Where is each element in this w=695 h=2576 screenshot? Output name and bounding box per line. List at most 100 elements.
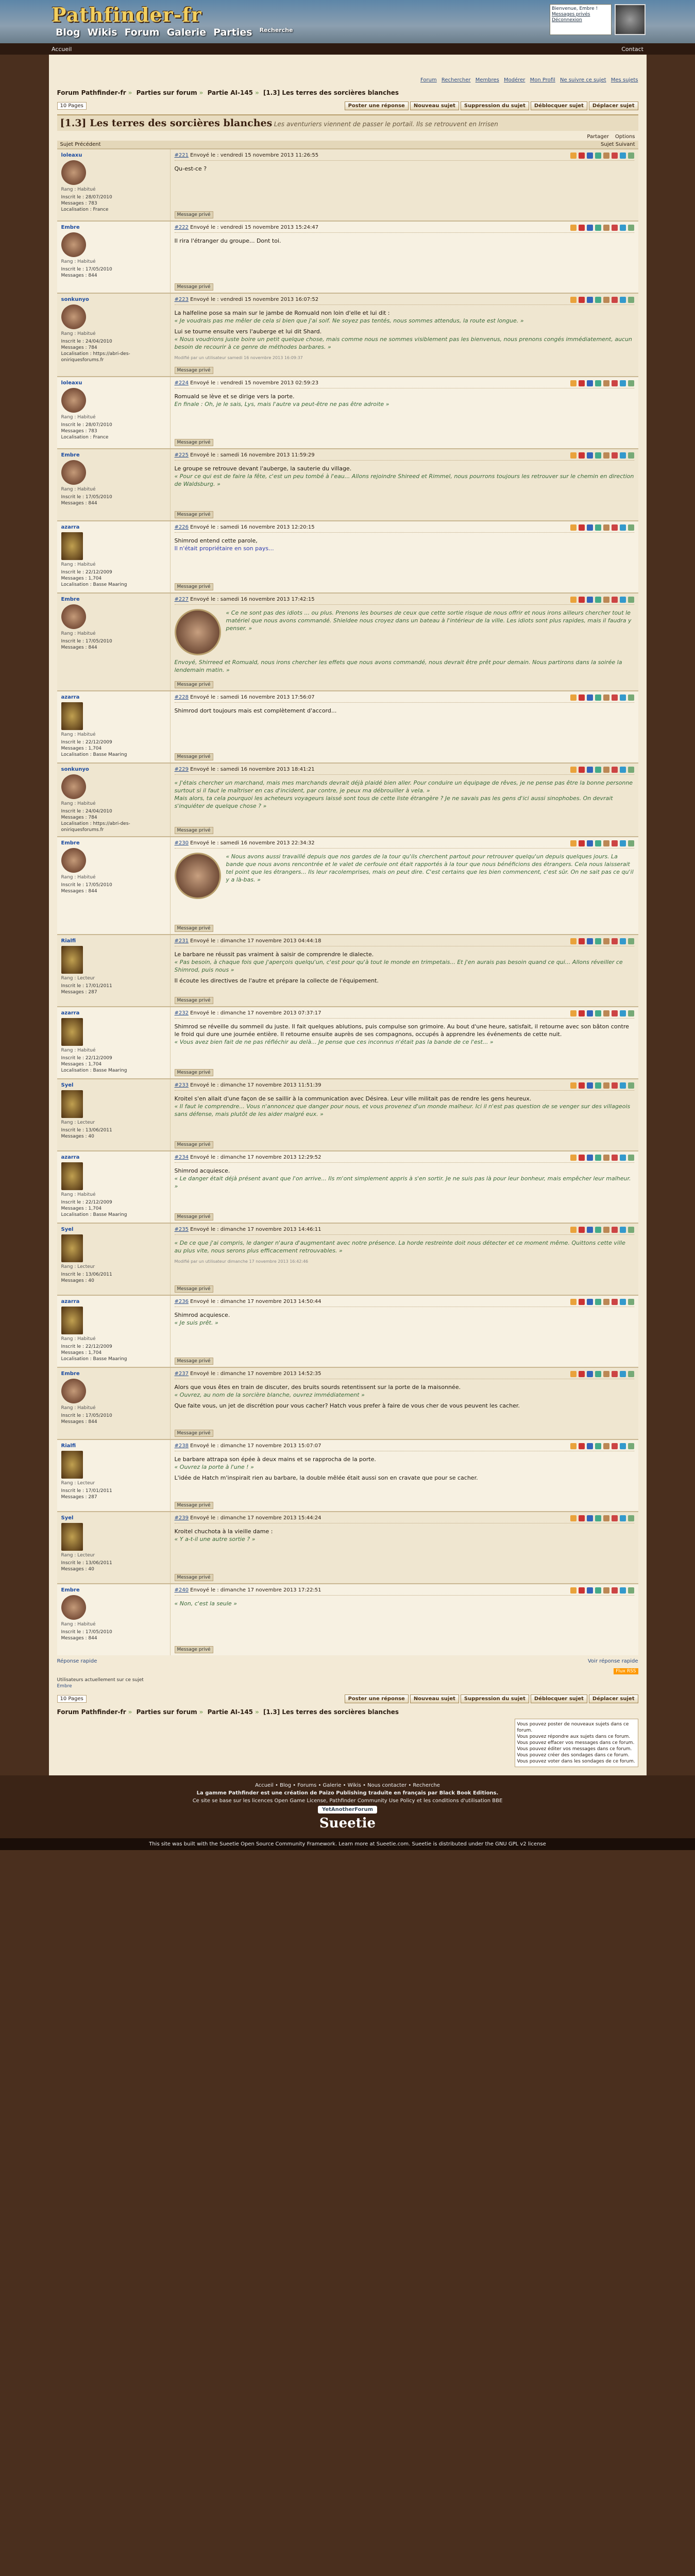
post-author[interactable]: Embre [61,840,166,846]
post-action-icon[interactable] [570,597,577,603]
quick-reply-toggle[interactable]: Voir réponse rapide [588,1658,638,1664]
post-action-icon[interactable] [570,1010,577,1016]
unlock-topic-button[interactable]: Déblocquer sujet [530,101,587,110]
pager-bottom[interactable]: 10 Pages [57,1695,87,1703]
post-id[interactable]: #232 [175,1010,189,1016]
post-action-icon[interactable] [586,380,593,386]
avatar[interactable] [61,232,86,257]
post-action-icon[interactable] [611,1443,618,1449]
post-action-icon[interactable] [628,1299,634,1305]
post-action-icon[interactable] [619,1082,626,1089]
avatar[interactable] [61,460,86,485]
post-action-icon[interactable] [595,452,601,459]
unlock-topic-button-bottom[interactable]: Déblocquer sujet [530,1694,587,1703]
post-action-icon[interactable] [570,694,577,701]
site-logo[interactable]: Pathfinder-fr [52,3,202,26]
post-action-icon[interactable] [603,767,609,773]
post-action-icon[interactable] [628,840,634,846]
post-action-icon[interactable] [578,1010,585,1016]
post-action-icon[interactable] [570,524,577,531]
post-action-icon[interactable] [603,452,609,459]
pm-button[interactable]: Message privé [174,1358,213,1365]
link-moderate[interactable]: Modérer [504,77,525,83]
post-action-icon[interactable] [603,1299,609,1305]
post-action-icon[interactable] [595,1155,601,1161]
avatar[interactable] [61,604,86,629]
post-action-icon[interactable] [628,1010,634,1016]
post-action-icon[interactable] [586,1443,593,1449]
post-id[interactable]: #233 [175,1082,189,1088]
post-action-icon[interactable] [628,225,634,231]
post-action-icon[interactable] [578,1371,585,1377]
post-action-icon[interactable] [578,1587,585,1594]
post-action-icon[interactable] [586,1299,593,1305]
post-action-icon[interactable] [595,767,601,773]
post-action-icon[interactable] [578,152,585,159]
post-action-icon[interactable] [603,380,609,386]
post-action-icon[interactable] [611,938,618,944]
link-my-topics[interactable]: Mes sujets [611,77,638,83]
avatar[interactable] [61,1379,86,1403]
pm-button[interactable]: Message privé [174,827,213,834]
post-action-icon[interactable] [586,1587,593,1594]
post-action-icon[interactable] [578,1443,585,1449]
post-action-icon[interactable] [619,1155,626,1161]
crumb-b1[interactable]: Parties sur forum [137,1708,197,1716]
pm-button[interactable]: Message privé [174,1646,213,1653]
crumb-0[interactable]: Forum Pathfinder-fr [57,89,126,96]
post-action-icon[interactable] [595,597,601,603]
post-action-icon[interactable] [586,1227,593,1233]
post-action-icon[interactable] [586,597,593,603]
post-action-icon[interactable] [611,840,618,846]
post-action-icon[interactable] [578,380,585,386]
post-action-icon[interactable] [628,297,634,303]
avatar[interactable] [61,1451,83,1479]
post-action-icon[interactable] [628,694,634,701]
post-id[interactable]: #227 [175,597,189,602]
contact-link[interactable]: Contact [621,46,643,53]
post-author[interactable]: Embre [61,225,166,230]
post-author[interactable]: Rialfi [61,1443,166,1449]
post-action-icon[interactable] [603,1082,609,1089]
post-action-icon[interactable] [586,452,593,459]
post-author[interactable]: Syel [61,1515,166,1521]
post-author[interactable]: loleaxu [61,152,166,158]
pm-button[interactable]: Message privé [174,211,213,218]
user-avatar[interactable] [615,4,646,35]
nav-wikis[interactable]: Wikis [88,27,117,38]
post-action-icon[interactable] [619,1443,626,1449]
post-action-icon[interactable] [586,938,593,944]
post-action-icon[interactable] [570,1515,577,1521]
post-action-icon[interactable] [595,380,601,386]
post-action-icon[interactable] [619,380,626,386]
post-action-icon[interactable] [628,1371,634,1377]
post-action-icon[interactable] [595,694,601,701]
post-author[interactable]: azarra [61,1155,166,1160]
post-action-icon[interactable] [595,152,601,159]
post-id[interactable]: #225 [175,452,189,458]
post-action-icon[interactable] [603,1371,609,1377]
post-id[interactable]: #239 [175,1515,189,1521]
post-author[interactable]: Syel [61,1082,166,1088]
pm-button[interactable]: Message privé [174,511,213,518]
post-action-icon[interactable] [578,694,585,701]
post-action-icon[interactable] [611,225,618,231]
post-action-icon[interactable] [619,1515,626,1521]
avatar[interactable] [61,532,83,560]
post-action-icon[interactable] [611,524,618,531]
post-action-icon[interactable] [619,225,626,231]
post-action-icon[interactable] [595,1371,601,1377]
avatar[interactable] [61,1234,83,1262]
post-action-icon[interactable] [586,694,593,701]
post-action-icon[interactable] [570,1227,577,1233]
post-action-icon[interactable] [611,1299,618,1305]
post-action-icon[interactable] [628,1082,634,1089]
nav-blog[interactable]: Blog [56,27,80,38]
sueetie-logo[interactable]: Sueetie [0,1816,695,1831]
post-action-icon[interactable] [619,452,626,459]
rss-link[interactable]: Flux RSS [614,1668,638,1674]
post-action-icon[interactable] [603,840,609,846]
post-action-icon[interactable] [570,380,577,386]
post-action-icon[interactable] [586,767,593,773]
post-action-icon[interactable] [628,597,634,603]
